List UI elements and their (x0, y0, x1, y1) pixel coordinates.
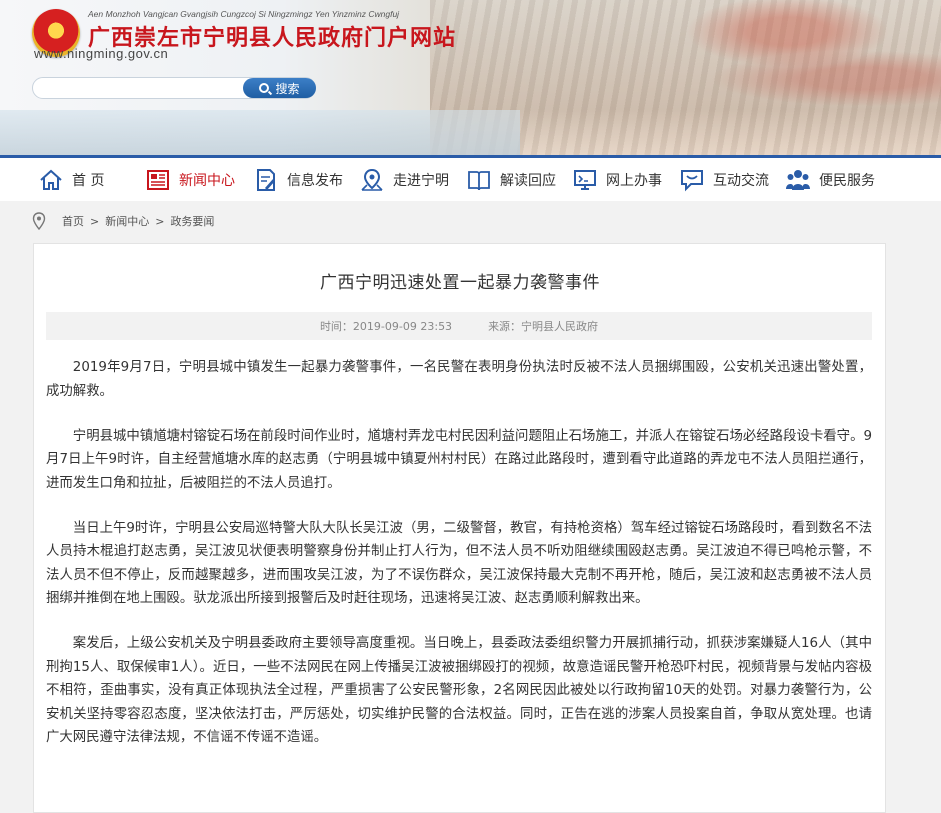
main-nav: 首 页 新闻中心 信息发布 走进宁明 解读回应 网上办事 互动交流 便民服务 (0, 155, 941, 201)
map-pin-icon (359, 167, 385, 193)
book-icon (466, 167, 492, 193)
nav-item-info-release[interactable]: 信息发布 (253, 164, 343, 196)
header-banner: ★ Aen Monzhoh Vangjcan Gvangjsih Cungzco… (0, 0, 941, 157)
nav-item-label: 信息发布 (287, 173, 343, 189)
search-icon (259, 83, 270, 93)
breadcrumb-separator: > (155, 214, 165, 228)
nav-item-label: 解读回应 (500, 173, 556, 189)
computer-icon (572, 167, 598, 193)
newspaper-icon (145, 167, 171, 193)
home-icon (38, 167, 64, 193)
nav-item-news-center[interactable]: 新闻中心 (145, 164, 235, 196)
banner-water-image (0, 110, 520, 157)
search-input[interactable] (43, 80, 247, 98)
breadcrumb-current[interactable]: 政务要闻 (170, 213, 214, 229)
search-button[interactable]: 搜索 (243, 78, 316, 98)
nav-item-public-services[interactable]: 便民服务 (785, 164, 875, 196)
nav-item-about-ningming[interactable]: 走进宁明 (359, 164, 449, 196)
article-paragraph: 当日上午9时许，宁明县公安局巡特警大队大队长吴江波（男，二级警督，教官，有持枪资… (46, 520, 872, 607)
nav-item-online-services[interactable]: 网上办事 (572, 164, 662, 196)
nav-item-label: 首 页 (72, 173, 105, 189)
nav-item-interpretation[interactable]: 解读回应 (466, 164, 556, 196)
article-paragraph: 案发后，上级公安机关及宁明县委政府主要领导高度重视。当日晚上，县委政法委组织警力… (46, 636, 872, 745)
people-icon (785, 167, 811, 193)
breadcrumb-separator: > (90, 214, 100, 228)
nav-item-label: 新闻中心 (179, 173, 235, 189)
article-paragraph: 宁明县城中镇馗塘村镕锭石场在前段时间作业时，馗塘村弄龙屯村民因利益问题阻止石场施… (46, 428, 872, 491)
site-title-pinyin: Aen Monzhoh Vangjcan Gvangjsih Cungzcoj … (88, 9, 400, 19)
breadcrumb-home[interactable]: 首页 (62, 213, 84, 229)
breadcrumb: 首页 > 新闻中心 > 政务要闻 (32, 211, 214, 231)
search-button-label: 搜索 (275, 81, 300, 96)
nav-item-label: 便民服务 (819, 173, 875, 189)
article-paragraph: 2019年9月7日，宁明县城中镇发生一起暴力袭警事件，一名民警在表明身份执法时反… (46, 360, 872, 399)
nav-item-label: 网上办事 (606, 173, 662, 189)
nav-item-label: 走进宁明 (393, 173, 449, 189)
article-body: 2019年9月7日，宁明县城中镇发生一起暴力袭警事件，一名民警在表明身份执法时反… (46, 356, 872, 771)
nav-item-home[interactable]: 首 页 (38, 164, 104, 196)
article-title: 广西宁明迅速处置一起暴力袭警事件 (320, 273, 600, 293)
site-url: www.ningming.gov.cn (34, 46, 169, 61)
nav-item-label: 互动交流 (713, 173, 769, 189)
location-pin-icon (32, 212, 46, 230)
breadcrumb-news-center[interactable]: 新闻中心 (105, 213, 149, 229)
article-source: 来源：宁明县人民政府 (488, 320, 599, 333)
nav-item-interaction[interactable]: 互动交流 (679, 164, 769, 196)
document-edit-icon (253, 167, 279, 193)
chat-icon (679, 167, 705, 193)
article-meta: 时间：2019-09-09 23:53 来源：宁明县人民政府 (46, 312, 872, 340)
article-time: 时间：2019-09-09 23:53 (319, 320, 453, 333)
